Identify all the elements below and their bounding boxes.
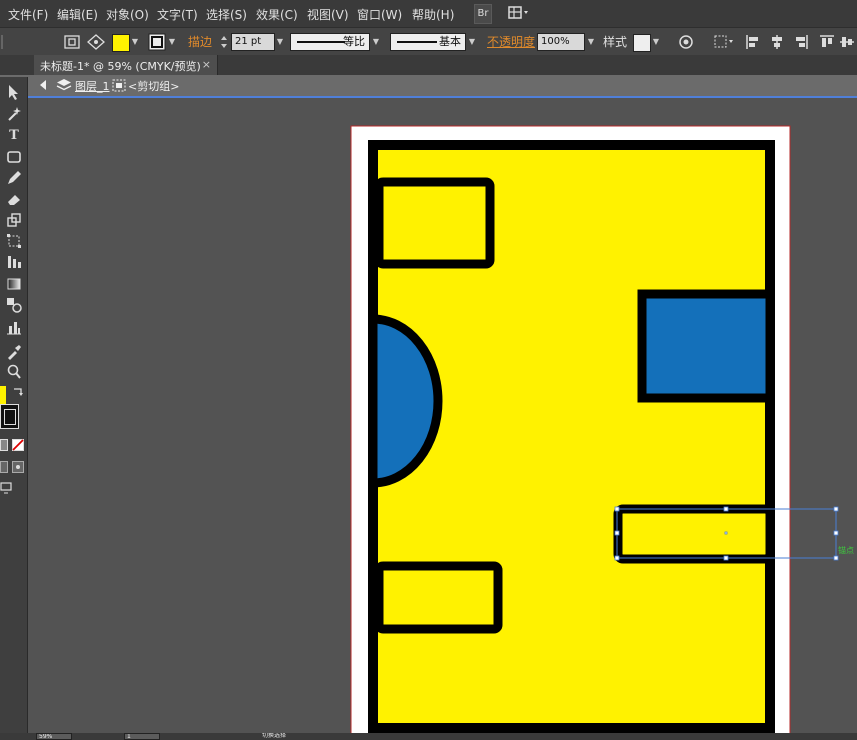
canvas-area[interactable]: 锚点	[28, 98, 857, 733]
selection-handle[interactable]	[614, 555, 620, 561]
group-icon	[112, 79, 126, 95]
status-tool-text: 切换选择	[260, 733, 380, 740]
scale-tool-icon[interactable]	[4, 211, 24, 229]
menu-help[interactable]: 帮助(H)	[412, 6, 454, 23]
control-bar-grip	[0, 33, 4, 51]
menu-select[interactable]: 选择(S)	[206, 6, 247, 23]
eyedropper-tool-icon[interactable]	[4, 343, 24, 361]
document-tab-title: 未标题-1* @ 59% (CMYK/预览)	[40, 60, 201, 73]
breadcrumb-group[interactable]: <剪切组>	[128, 78, 179, 94]
right-blue-rectangle[interactable]	[637, 289, 775, 403]
pencil-tool-icon[interactable]	[4, 169, 24, 187]
isolate-icon[interactable]	[86, 33, 106, 51]
stroke-label[interactable]: 描边	[188, 33, 212, 51]
fill-dropdown-icon[interactable]: ▼	[130, 33, 140, 51]
selection-handle[interactable]	[833, 555, 839, 561]
document-tab-bar: 未标题-1* @ 59% (CMYK/预览) ×	[0, 55, 857, 75]
variable-width-profile[interactable]: 等比	[290, 33, 370, 51]
brush-line-icon	[397, 41, 437, 43]
style-dropdown-icon[interactable]: ▼	[651, 33, 661, 51]
workspace-grid-icon[interactable]	[507, 4, 531, 22]
back-arrow-icon[interactable]	[36, 78, 50, 95]
brush-definition[interactable]: 基本	[390, 33, 466, 51]
brush-dropdown-icon[interactable]: ▼	[467, 33, 477, 51]
gradient-tool-icon[interactable]	[4, 275, 24, 293]
clip-mask-icon[interactable]	[62, 33, 82, 51]
opacity-field[interactable]: 100%	[537, 33, 585, 51]
menu-edit[interactable]: 编辑(E)	[57, 6, 98, 23]
align-middle-icon[interactable]	[838, 33, 856, 51]
fill-color-indicator[interactable]	[0, 386, 6, 404]
rectangle-tool-icon[interactable]	[4, 148, 24, 166]
menu-view[interactable]: 视图(V)	[307, 6, 349, 23]
blend-tool-icon[interactable]	[4, 296, 24, 314]
artboard-number-field[interactable]: 1	[124, 733, 160, 740]
style-label: 样式	[603, 35, 628, 49]
none-color-icon[interactable]	[12, 439, 24, 451]
profile-label: 等比	[343, 35, 365, 48]
menu-effect[interactable]: 效果(C)	[256, 6, 298, 23]
opacity-dropdown-icon[interactable]: ▼	[586, 33, 596, 51]
top-left-rectangle[interactable]	[374, 177, 495, 269]
screen-mode-icon[interactable]	[0, 482, 12, 494]
eraser-tool-icon[interactable]	[4, 190, 24, 208]
brush-label: 基本	[439, 35, 461, 48]
artboard-drawing[interactable]: 锚点	[28, 98, 857, 733]
menu-object[interactable]: 对象(O)	[106, 6, 149, 23]
draw-inside-icon[interactable]	[12, 461, 24, 473]
control-bar: ▼ ▼ 描边 21 pt ▼ 等比 ▼ 基本 ▼ 不透明度 100% ▼ 样式 …	[0, 27, 857, 57]
align-center-icon[interactable]	[768, 33, 786, 51]
align-left-icon[interactable]	[744, 33, 762, 51]
fill-swatch[interactable]	[112, 34, 130, 52]
graphic-style-swatch[interactable]	[633, 34, 651, 52]
selection-handle[interactable]	[723, 555, 729, 561]
bridge-button[interactable]: Br	[474, 4, 492, 24]
menu-window[interactable]: 窗口(W)	[357, 6, 402, 23]
type-tool-icon[interactable]: T	[4, 127, 24, 145]
align-to-icon[interactable]	[712, 33, 736, 51]
tools-panel: T	[0, 77, 28, 740]
stroke-stepper-icon[interactable]	[219, 33, 229, 51]
selected-rectangle[interactable]	[613, 504, 775, 564]
menu-type[interactable]: 文字(T)	[157, 6, 198, 23]
stroke-color-indicator[interactable]	[0, 404, 19, 429]
selection-center-point	[724, 531, 728, 535]
selection-tool-icon[interactable]	[4, 83, 24, 101]
menu-file[interactable]: 文件(F)	[8, 6, 48, 23]
stroke-swatch-icon[interactable]	[148, 33, 166, 51]
isolation-breadcrumb: 图层_1 <剪切组>	[0, 75, 857, 98]
profile-line-icon	[297, 41, 345, 43]
column-graph-tool-icon[interactable]	[4, 318, 24, 336]
align-right-icon[interactable]	[792, 33, 810, 51]
swap-colors-icon[interactable]	[11, 386, 25, 398]
selection-handle[interactable]	[723, 506, 729, 512]
stroke-dropdown-icon[interactable]: ▼	[167, 33, 177, 51]
breadcrumb-layer[interactable]: 图层_1	[75, 78, 110, 94]
selection-handle[interactable]	[833, 506, 839, 512]
zoom-field[interactable]: 59%	[36, 733, 72, 740]
stroke-weight-field[interactable]: 21 pt	[231, 33, 275, 51]
selection-handle[interactable]	[833, 530, 839, 536]
profile-dropdown-icon[interactable]: ▼	[371, 33, 381, 51]
selection-handle[interactable]	[614, 506, 620, 512]
shape-builder-tool-icon[interactable]	[4, 253, 24, 271]
bottom-left-rectangle[interactable]	[374, 561, 503, 634]
selection-handle[interactable]	[614, 530, 620, 536]
draw-normal-icon[interactable]	[0, 461, 8, 473]
anchor-hint-label: 锚点	[838, 545, 854, 555]
document-tab[interactable]: 未标题-1* @ 59% (CMYK/预览) ×	[34, 55, 218, 75]
opacity-label[interactable]: 不透明度	[487, 33, 535, 51]
free-transform-tool-icon[interactable]	[4, 232, 24, 250]
close-icon[interactable]: ×	[202, 58, 211, 71]
status-bar: 59% 1 切换选择	[0, 733, 857, 740]
color-mode-icon[interactable]	[0, 439, 8, 451]
recolor-artwork-icon[interactable]	[677, 33, 695, 51]
magic-wand-tool-icon[interactable]	[4, 105, 24, 123]
menu-bar: 文件(F) 编辑(E) 对象(O) 文字(T) 选择(S) 效果(C) 视图(V…	[0, 0, 857, 27]
align-top-icon[interactable]	[818, 33, 836, 51]
layers-icon	[56, 78, 72, 95]
stroke-weight-dropdown-icon[interactable]: ▼	[275, 33, 285, 51]
zoom-tool-icon[interactable]	[4, 363, 24, 381]
